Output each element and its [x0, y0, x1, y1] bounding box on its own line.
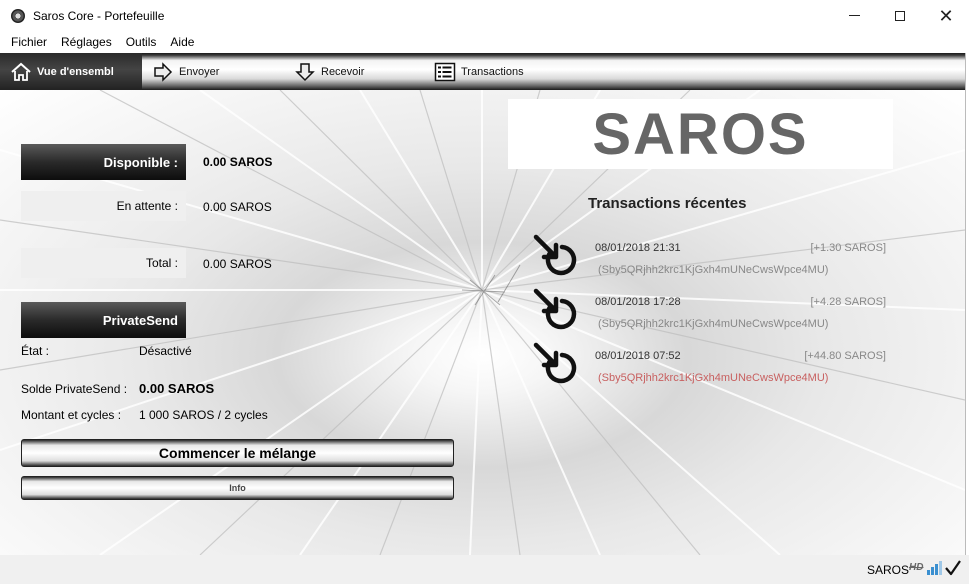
menu-aide[interactable]: Aide — [163, 35, 201, 49]
list-icon — [434, 62, 456, 82]
display-unit-label[interactable]: SAROS — [867, 563, 909, 577]
tab-overview-label: Vue d'ensembl — [37, 65, 114, 78]
tab-receive[interactable]: Recevoir — [284, 53, 424, 90]
synced-check-icon — [945, 560, 961, 576]
transaction-row[interactable]: 08/01/2018 21:31 [+1.30 SAROS] (Sby5QRjh… — [532, 231, 892, 285]
menu-bar: Fichier Réglages Outils Aide — [0, 31, 969, 53]
pending-label: En attente : — [21, 191, 186, 221]
tx-date: 08/01/2018 07:52 — [595, 350, 681, 362]
total-value: 0.00 SAROS — [203, 257, 272, 271]
tab-overview[interactable]: Vue d'ensembl — [0, 53, 142, 90]
tx-address: (Sby5QRjhh2krc1KjGxh4mUNeCwsWpce4MU) — [598, 372, 829, 384]
tab-send[interactable]: Envoyer — [142, 53, 284, 90]
hd-wallet-icon: HD — [909, 562, 923, 573]
window-title: Saros Core - Portefeuille — [33, 8, 165, 23]
transaction-row[interactable]: 08/01/2018 17:28 [+4.28 SAROS] (Sby5QRjh… — [532, 285, 892, 339]
tab-send-label: Envoyer — [179, 65, 220, 78]
window-right-edge — [965, 53, 969, 555]
tab-receive-label: Recevoir — [321, 65, 365, 78]
maximize-button[interactable] — [877, 0, 923, 31]
available-label: Disponible : — [21, 144, 186, 180]
menu-outils[interactable]: Outils — [119, 35, 164, 49]
privatesend-balance-label: Solde PrivateSend : — [21, 382, 128, 396]
tx-address: (Sby5QRjhh2krc1KjGxh4mUNeCwsWpce4MU) — [598, 264, 829, 276]
tab-transactions[interactable]: Transactions — [424, 53, 564, 90]
maximize-icon — [895, 10, 905, 21]
home-icon — [10, 62, 32, 82]
privatesend-balance-value: 0.00 SAROS — [139, 381, 215, 396]
hd-wallet-label: HD — [909, 562, 924, 573]
privatesend-header: PrivateSend — [21, 302, 186, 338]
title-bar: Saros Core - Portefeuille ✕ — [0, 0, 969, 31]
app-coin-icon — [11, 8, 25, 23]
tx-date: 08/01/2018 21:31 — [595, 242, 681, 254]
received-tx-icon — [533, 342, 577, 384]
tx-address: (Sby5QRjhh2krc1KjGxh4mUNeCwsWpce4MU) — [598, 318, 829, 330]
send-arrow-icon — [152, 61, 174, 82]
available-value: 0.00 SAROS — [203, 155, 273, 169]
recent-transactions-title: Transactions récentes — [588, 195, 747, 212]
menu-fichier[interactable]: Fichier — [4, 35, 54, 49]
total-label: Total : — [21, 248, 186, 278]
pending-value: 0.00 SAROS — [203, 200, 272, 214]
window-controls: ✕ — [831, 0, 969, 31]
minimize-button[interactable] — [831, 0, 877, 31]
close-button[interactable]: ✕ — [923, 0, 969, 31]
close-icon: ✕ — [938, 5, 954, 26]
status-bar: SAROS HD — [0, 555, 969, 584]
logo-text: SAROS — [592, 101, 809, 167]
tx-amount: [+1.30 SAROS] — [810, 242, 886, 254]
main-toolbar: Vue d'ensembl Envoyer Recevoir Transacti… — [0, 53, 965, 90]
network-signal-icon[interactable] — [926, 561, 942, 575]
minimize-icon — [848, 15, 860, 16]
privatesend-state-label: État : — [21, 344, 50, 358]
tx-date: 08/01/2018 17:28 — [595, 296, 681, 308]
overview-page: Disponible : 0.00 SAROS En attente : 0.0… — [0, 90, 965, 555]
receive-arrow-icon — [294, 62, 316, 82]
menu-reglages[interactable]: Réglages — [54, 35, 119, 49]
received-tx-icon — [533, 234, 577, 276]
saros-logo: SAROS — [508, 99, 893, 169]
privatesend-amount-value: 1 000 SAROS / 2 cycles — [139, 408, 268, 422]
tab-transactions-label: Transactions — [461, 65, 524, 78]
tx-amount: [+4.28 SAROS] — [810, 296, 886, 308]
privatesend-state-value: Désactivé — [139, 344, 192, 358]
tx-amount: [+44.80 SAROS] — [804, 350, 886, 362]
transaction-row[interactable]: 08/01/2018 07:52 [+44.80 SAROS] (Sby5QRj… — [532, 339, 892, 393]
start-mixing-button[interactable]: Commencer le mélange — [21, 439, 454, 467]
privatesend-amount-label: Montant et cycles : — [21, 408, 122, 422]
received-tx-icon — [533, 288, 577, 330]
privatesend-info-button[interactable]: Info — [21, 476, 454, 500]
